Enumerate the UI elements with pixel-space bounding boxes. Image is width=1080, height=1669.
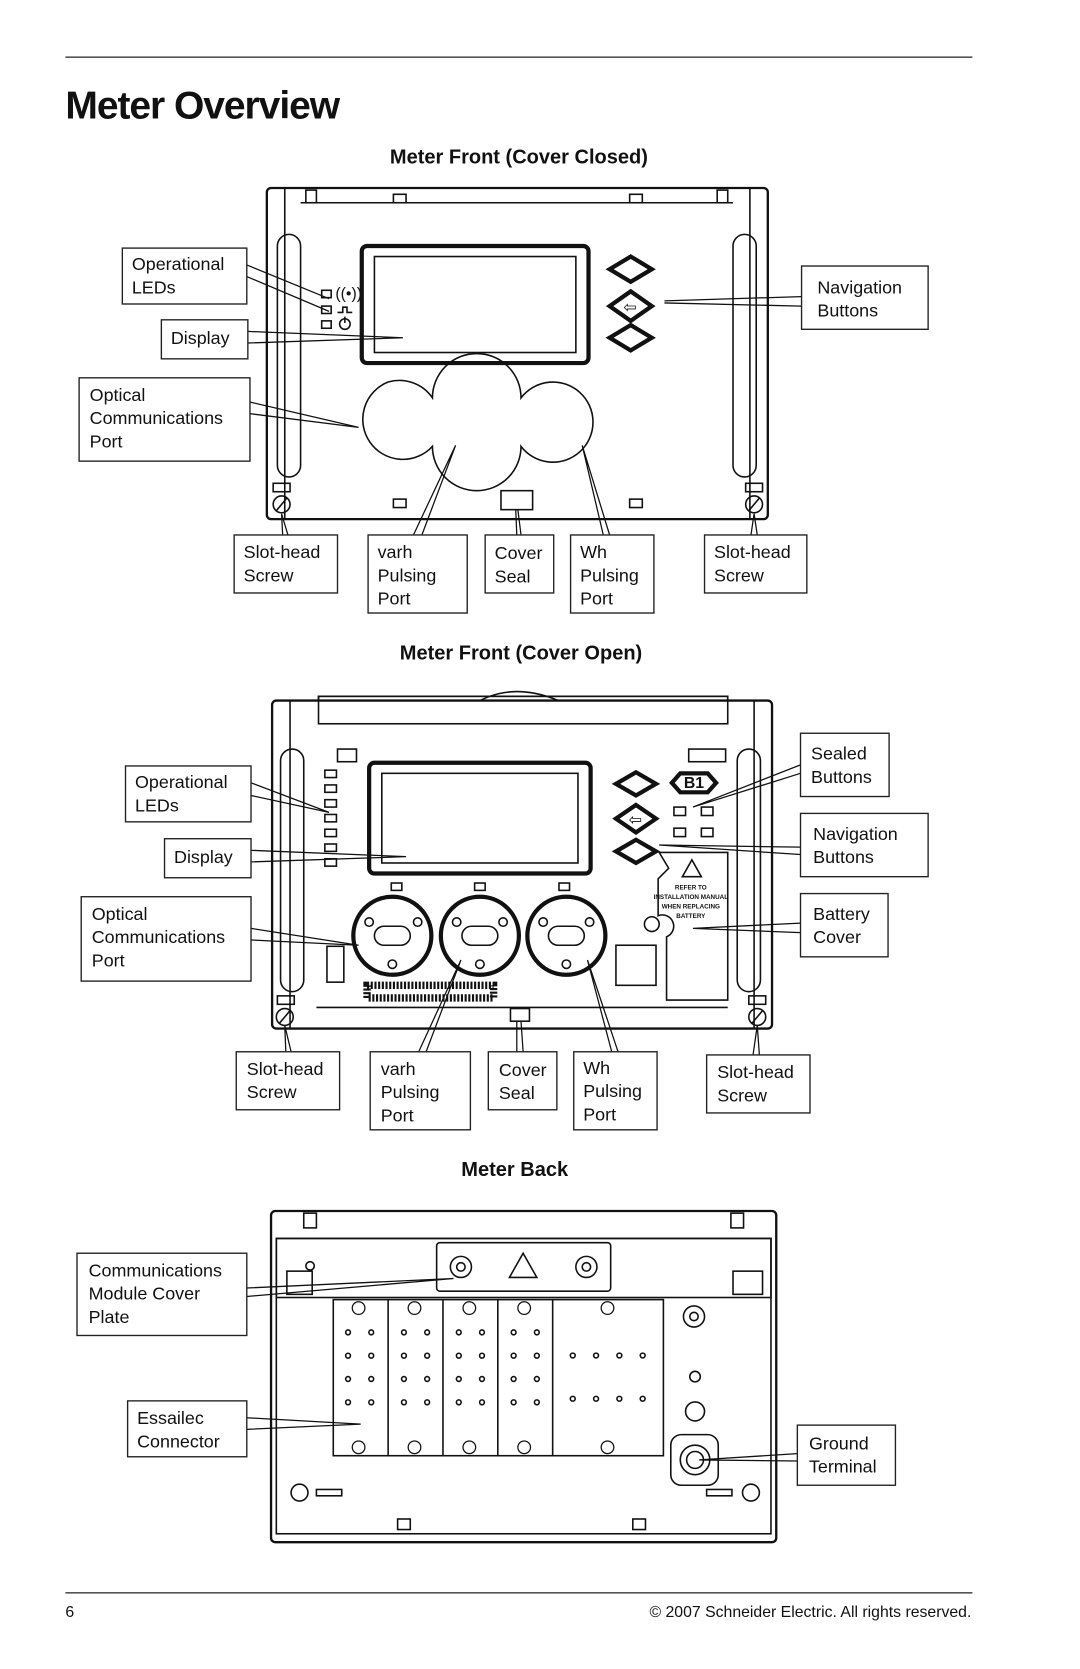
meter-body: [265, 186, 769, 521]
label-essailec: Essailec Connector: [126, 1400, 248, 1458]
meter-body: [270, 690, 774, 1030]
enter-arrow-icon: ⇦: [629, 812, 642, 829]
heading-cover-open: Meter Front (Cover Open): [400, 642, 642, 664]
svg-text:Display: Display: [171, 328, 230, 348]
page-title: Meter Overview: [65, 84, 340, 127]
label-navigation-buttons: Navigation Buttons: [800, 265, 929, 330]
diagram-cover-closed: Meter Front (Cover Closed) ((•)) ⇦ Opera…: [78, 147, 929, 614]
label-operational-leds: Operational LEDs: [121, 247, 248, 305]
enter-arrow-icon: ⇦: [623, 299, 636, 316]
label-battery-cover: Battery Cover: [799, 892, 889, 958]
label-comm-module: Communications Module Cover Plate: [76, 1252, 248, 1337]
label-wh-port: Wh Pulsing Port: [573, 1051, 658, 1131]
svg-text:B1: B1: [684, 775, 704, 792]
svg-text:((•)): ((•)): [335, 286, 362, 303]
heading-cover-closed: Meter Front (Cover Closed): [390, 147, 648, 169]
page-number: 6: [65, 1604, 74, 1621]
diagram-meter-back: Meter Back Communications Module Cover P…: [76, 1159, 897, 1544]
diagram-cover-open: Meter Front (Cover Open) ⇦ B1 REFER TO I…: [80, 642, 929, 1131]
copyright: © 2007 Schneider Electric. All rights re…: [649, 1604, 971, 1621]
label-display: Display: [163, 838, 252, 879]
label-slot-head-right: Slot-head Screw: [705, 1054, 811, 1114]
label-optical-port: Optical Communications Port: [78, 377, 251, 462]
label-slot-head-right: Slot-head Screw: [703, 534, 808, 594]
svg-text:Display: Display: [174, 847, 233, 867]
label-varh-port: varh Pulsing Port: [369, 1051, 472, 1131]
label-varh-port: varh Pulsing Port: [367, 534, 468, 614]
label-ground-terminal: Ground Terminal: [796, 1424, 897, 1486]
label-slot-head-left: Slot-head Screw: [235, 1051, 341, 1111]
heading-meter-back: Meter Back: [461, 1159, 569, 1181]
label-cover-seal: Cover Seal: [487, 1051, 558, 1111]
label-display: Display: [160, 319, 249, 360]
page: Meter Overview Meter Front (Cover Closed…: [65, 56, 973, 1621]
label-optical-port: Optical Communications Port: [80, 896, 252, 982]
label-navigation-buttons: Navigation Buttons: [799, 812, 929, 878]
label-slot-head-left: Slot-head Screw: [233, 534, 339, 594]
label-sealed-buttons: Sealed Buttons: [799, 732, 890, 798]
label-cover-seal: Cover Seal: [484, 534, 555, 594]
label-operational-leds: Operational LEDs: [124, 765, 252, 823]
label-wh-port: Wh Pulsing Port: [569, 534, 655, 614]
